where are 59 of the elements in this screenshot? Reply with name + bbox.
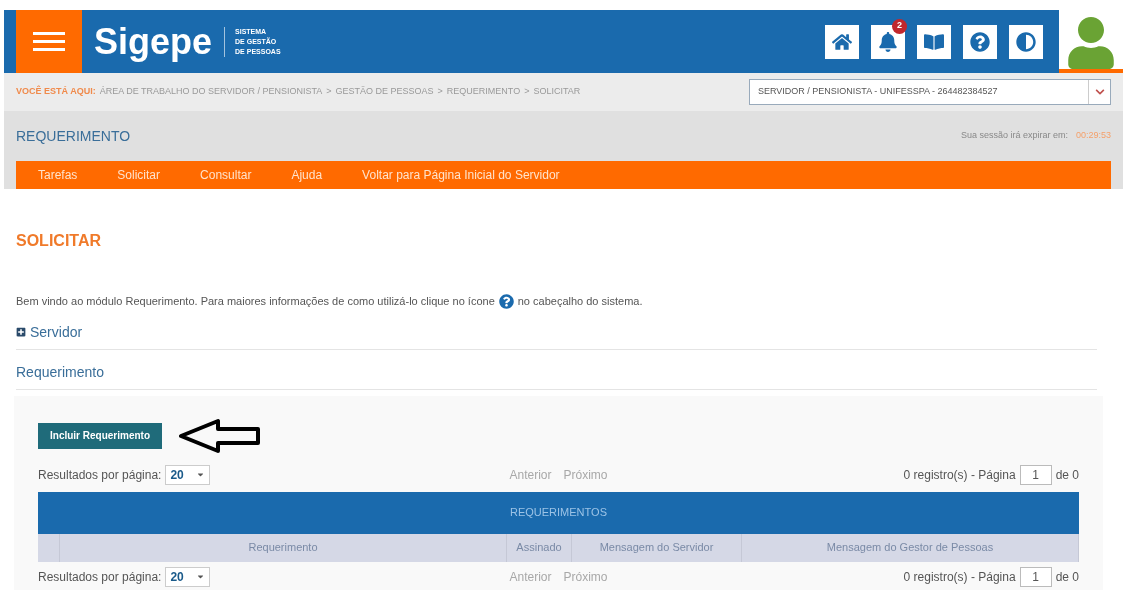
help-icon bbox=[970, 31, 990, 52]
menu-link[interactable]: Consultar bbox=[200, 166, 252, 184]
caret-icon bbox=[195, 572, 205, 581]
column-header: Assinado bbox=[507, 533, 572, 562]
bell-icon bbox=[878, 31, 898, 52]
home-button[interactable] bbox=[825, 24, 859, 59]
session-timer: 00:29:53 bbox=[1075, 129, 1111, 143]
page-size-label: Resultados por página: bbox=[38, 568, 162, 586]
expand-icon bbox=[16, 327, 26, 337]
section-header[interactable]: Servidor bbox=[16, 321, 1097, 350]
breadcrumb-item[interactable]: GESTÃO DE PESSOAS bbox=[335, 85, 434, 99]
breadcrumb-separator: > bbox=[524, 85, 530, 99]
user-silhouette-icon bbox=[1065, 17, 1117, 69]
record-count: 0 registro(s) - Página bbox=[903, 568, 1016, 586]
column-header: Mensagem do Servidor bbox=[572, 533, 742, 562]
avatar[interactable] bbox=[1059, 10, 1123, 73]
breadcrumb-separator: > bbox=[326, 85, 332, 99]
breadcrumb-item[interactable]: SOLICITAR bbox=[533, 85, 581, 99]
page-size-select[interactable]: 20 bbox=[165, 566, 210, 587]
column-header: Requerimento bbox=[60, 533, 507, 562]
section-header[interactable]: Requerimento bbox=[16, 361, 1097, 390]
welcome-text: no cabeçalho do sistema. bbox=[517, 294, 643, 309]
caret-icon bbox=[195, 470, 205, 479]
page-size-label: Resultados por página: bbox=[38, 466, 162, 484]
page-number-field[interactable]: 1 bbox=[1019, 566, 1052, 587]
menu-button[interactable] bbox=[16, 10, 82, 73]
page-size-select[interactable]: 20 bbox=[165, 464, 210, 485]
home-icon bbox=[832, 31, 852, 52]
module-title: REQUERIMENTO bbox=[16, 126, 132, 146]
notification-badge: 2 bbox=[892, 18, 907, 34]
breadcrumb-separator: > bbox=[437, 85, 443, 99]
session-label: Sua sessão irá expirar em: bbox=[960, 129, 1068, 143]
breadcrumb-item[interactable]: REQUERIMENTO bbox=[446, 85, 521, 99]
menu-link[interactable]: Solicitar bbox=[117, 166, 161, 184]
left-arrow-icon bbox=[178, 417, 262, 454]
breadcrumb-label: VOCÊ ESTÁ AQUI: bbox=[16, 85, 96, 99]
book-icon bbox=[924, 31, 944, 52]
book-button[interactable] bbox=[917, 24, 951, 59]
profile-select[interactable]: SERVIDOR / PENSIONISTA - UNIFESSPA - 264482384527 bbox=[749, 79, 1111, 105]
logo-text: Sigepe bbox=[94, 23, 213, 60]
record-count: 0 registro(s) - Página bbox=[903, 466, 1016, 484]
contrast-icon bbox=[1016, 31, 1036, 52]
table-title: REQUERIMENTOS bbox=[38, 491, 1079, 534]
help-icon bbox=[498, 293, 514, 309]
add-request-button[interactable]: Incluir Requerimento bbox=[38, 422, 162, 449]
column-header: Mensagem do Gestor de Pessoas bbox=[742, 533, 1079, 562]
bell-button[interactable] bbox=[871, 24, 905, 59]
menu-link[interactable]: Ajuda bbox=[291, 166, 323, 184]
page-number-field[interactable]: 1 bbox=[1019, 464, 1052, 485]
help-button[interactable] bbox=[963, 24, 997, 59]
menu-link[interactable]: Voltar para Página Inicial do Servidor bbox=[362, 166, 560, 184]
page-title: SOLICITAR bbox=[16, 231, 103, 251]
breadcrumb-item[interactable]: ÁREA DE TRABALHO DO SERVIDOR / PENSIONISTA bbox=[99, 85, 323, 99]
page-total: de 0 bbox=[1055, 466, 1079, 484]
welcome-text: Bem vindo ao módulo Requerimento. Para maiores informações de como utilizá-lo clique no ícone bbox=[16, 294, 495, 309]
contrast-button[interactable] bbox=[1009, 24, 1043, 59]
menu-link[interactable]: Tarefas bbox=[38, 166, 78, 184]
chevron-down-icon bbox=[1094, 87, 1105, 97]
page-total: de 0 bbox=[1055, 568, 1079, 586]
